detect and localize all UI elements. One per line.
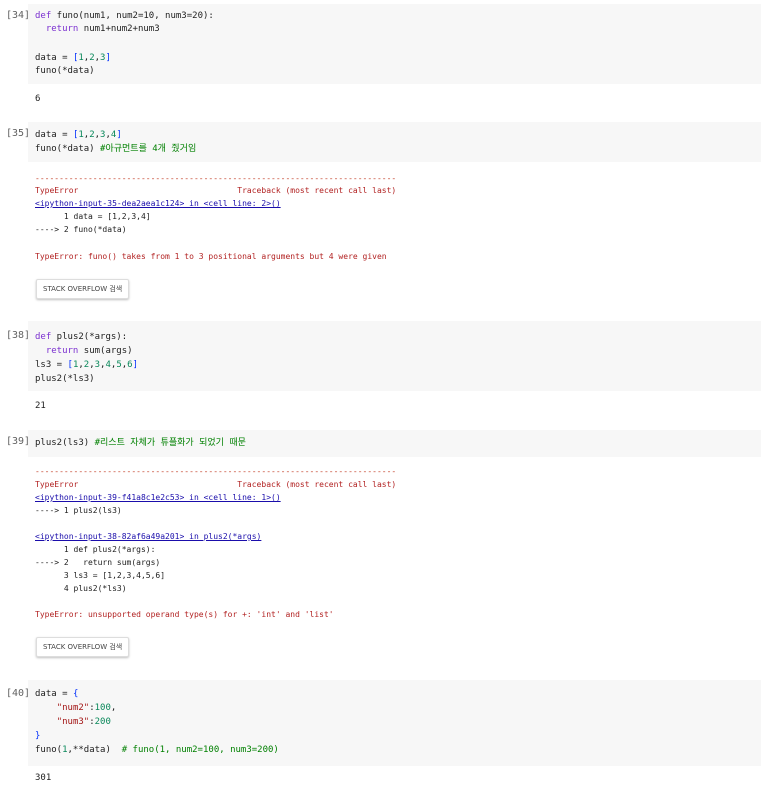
- execution-count: [40]: [6, 688, 31, 699]
- code-line: "num3":200: [56, 717, 111, 727]
- code-line: funo(*data) #아규먼트를 4개 줬거임: [35, 144, 197, 154]
- error-message: TypeError: funo() takes from 1 to 3 posi…: [35, 252, 387, 261]
- code-line: return sum(args): [45, 346, 133, 356]
- code-editor[interactable]: [28, 321, 761, 391]
- traceback-line: 3 ls3 = [1,2,3,4,5,6]: [35, 571, 166, 580]
- execution-count: [35]: [6, 128, 31, 139]
- traceback-link[interactable]: <ipython-input-39-f41a8c1e2c53> in <cell…: [35, 491, 281, 504]
- error-header: TypeError Traceback (most recent call la…: [35, 186, 397, 195]
- code-line: data = [1,2,3]: [35, 53, 111, 63]
- traceback-line: ----> 1 plus2(ls3): [35, 506, 122, 515]
- stack-overflow-search-button[interactable]: STACK OVERFLOW 검색: [36, 279, 130, 299]
- code-line: plus2(ls3) #리스트 자체가 튜플화가 되었기 때문: [35, 438, 246, 448]
- code-line: def plus2(*args):: [35, 332, 128, 342]
- code-line: funo(1,**data) # funo(1, num2=100, num3=…: [35, 745, 279, 755]
- code-line: data = [1,2,3,4]: [35, 130, 122, 140]
- stack-overflow-search-button[interactable]: STACK OVERFLOW 검색: [36, 637, 130, 657]
- output-text: 21: [35, 401, 46, 411]
- code-editor[interactable]: [28, 122, 761, 162]
- code-line: return num1+num2+num3: [45, 24, 160, 34]
- error-separator: ----------------------------------------…: [35, 467, 397, 476]
- error-message: TypeError: unsupported operand type(s) f…: [35, 610, 334, 619]
- output-text: 6: [35, 94, 41, 104]
- code-line: ls3 = [1,2,3,4,5,6]: [35, 360, 138, 370]
- execution-count: [34]: [6, 10, 31, 21]
- traceback-link[interactable]: <ipython-input-38-82af6a49a201> in plus2…: [35, 530, 261, 543]
- code-line: data = {: [35, 689, 79, 699]
- code-line: plus2(*ls3): [35, 374, 95, 384]
- code-line: }: [35, 731, 41, 741]
- code-line: "num2":100,: [56, 703, 117, 713]
- execution-count: [39]: [6, 436, 31, 447]
- traceback-link[interactable]: <ipython-input-35-dea2aea1c124> in <cell…: [35, 197, 281, 210]
- output-text: 301: [35, 773, 52, 783]
- traceback-line: 1 data = [1,2,3,4]: [35, 212, 151, 221]
- traceback-line: 1 def plus2(*args):: [35, 545, 156, 554]
- code-line: def funo(num1, num2=10, num3=20):: [35, 11, 214, 21]
- code-line: funo(*data): [35, 66, 95, 76]
- traceback-line: 4 plus2(*ls3): [35, 584, 127, 593]
- execution-count: [38]: [6, 330, 31, 341]
- error-header: TypeError Traceback (most recent call la…: [35, 480, 397, 489]
- traceback-line: ----> 2 funo(*data): [35, 225, 127, 234]
- traceback-line: ----> 2 return sum(args): [35, 558, 161, 567]
